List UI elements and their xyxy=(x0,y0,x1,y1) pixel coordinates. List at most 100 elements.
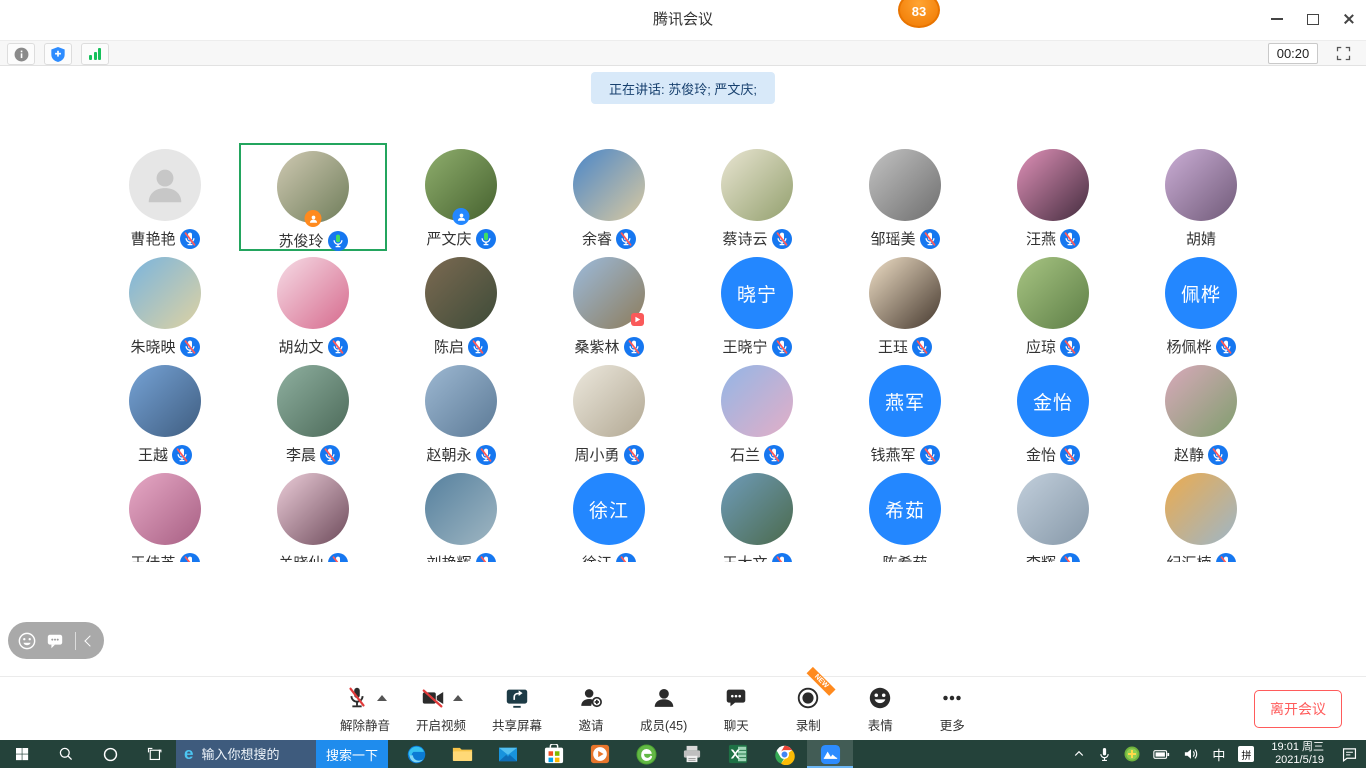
start-button[interactable] xyxy=(0,740,44,768)
network-signal-icon xyxy=(89,48,101,60)
participant-tile[interactable]: 陈启 xyxy=(387,251,535,359)
maximize-button[interactable] xyxy=(1306,12,1320,26)
network-quality-button[interactable] xyxy=(81,43,109,65)
meeting-timer: 00:20 xyxy=(1268,43,1318,64)
taskbar-app-store[interactable] xyxy=(531,740,577,768)
toolbar-record-button[interactable]: NEW录制 xyxy=(785,684,831,734)
participant-name-row: 石兰 xyxy=(730,444,784,465)
participant-name: 朱晓映 xyxy=(130,336,175,357)
participant-tile[interactable]: 希茹陈希茹 xyxy=(831,467,979,562)
emoji-overlay-button[interactable] xyxy=(18,632,36,650)
participant-tile[interactable]: 王大文 xyxy=(683,467,831,562)
participant-name: 王越 xyxy=(138,444,168,465)
toolbar-item-label: 开启视频 xyxy=(416,715,466,734)
participant-tile[interactable]: 周小勇 xyxy=(535,359,683,467)
language-indicator[interactable]: 中 xyxy=(1212,745,1225,764)
overlay-divider xyxy=(75,632,76,650)
taskbar-app-browser-e[interactable] xyxy=(623,740,669,768)
search-submit-button[interactable]: 搜索一下 xyxy=(316,740,388,768)
taskbar-app-tencent-meeting[interactable] xyxy=(807,740,853,768)
taskbar-app-video-player[interactable] xyxy=(577,740,623,768)
participant-tile[interactable]: 燕军钱燕军 xyxy=(831,359,979,467)
participant-tile[interactable]: 赵静 xyxy=(1127,359,1275,467)
chat-overlay-button[interactable] xyxy=(46,632,64,650)
participant-tile[interactable]: 石兰 xyxy=(683,359,831,467)
minimize-button[interactable] xyxy=(1270,12,1284,26)
close-button[interactable] xyxy=(1342,12,1356,26)
toolbar-emoji-button[interactable]: 表情 xyxy=(857,684,903,734)
taskbar-app-printer[interactable] xyxy=(669,740,715,768)
participant-tile[interactable]: 佩桦杨佩桦 xyxy=(1127,251,1275,359)
tray-volume-icon[interactable] xyxy=(1183,747,1199,761)
taskbar-app-file-explorer[interactable] xyxy=(439,740,485,768)
mic-muted-icon xyxy=(328,553,348,563)
participant-tile[interactable]: 王珏 xyxy=(831,251,979,359)
taskbar-search-box[interactable]: e 搜索一下 xyxy=(176,740,388,768)
action-center-icon[interactable] xyxy=(1341,746,1358,762)
taskbar-app-edge[interactable] xyxy=(393,740,439,768)
participant-tile[interactable]: 金怡金怡 xyxy=(979,359,1127,467)
avatar xyxy=(721,149,793,221)
participant-tile[interactable]: 邹瑶美 xyxy=(831,143,979,251)
leave-meeting-button[interactable]: 离开会议 xyxy=(1254,690,1342,728)
participant-tile[interactable]: 赵朝永 xyxy=(387,359,535,467)
participant-tile[interactable]: 严文庆 xyxy=(387,143,535,251)
toolbar-invite-button[interactable]: 邀请 xyxy=(568,684,614,734)
security-shield-button[interactable] xyxy=(44,43,72,65)
collapse-overlay-button[interactable] xyxy=(84,635,95,646)
avatar xyxy=(869,149,941,221)
taskbar-app-excel[interactable] xyxy=(715,740,761,768)
ime-pinyin-icon[interactable]: 拼 xyxy=(1238,746,1254,762)
participant-tile[interactable]: 王佳芝 xyxy=(91,467,239,562)
avatar-photo xyxy=(721,473,793,545)
participant-tile[interactable]: 王越 xyxy=(91,359,239,467)
toolbar-cam-off-button[interactable]: 开启视频 xyxy=(416,684,466,734)
participant-tile[interactable]: 蔡诗云 xyxy=(683,143,831,251)
participant-tile[interactable]: 汪燕 xyxy=(979,143,1127,251)
fullscreen-button[interactable] xyxy=(1334,44,1352,62)
participant-tile[interactable]: 刘艳辉 xyxy=(387,467,535,562)
toolbar-more-button[interactable]: 更多 xyxy=(929,684,975,734)
fullscreen-icon xyxy=(1336,46,1351,61)
participant-tile[interactable]: 余睿 xyxy=(535,143,683,251)
participant-tile[interactable]: 桑紫林 xyxy=(535,251,683,359)
participant-tile[interactable]: 纪汇楠 xyxy=(1127,467,1275,562)
participant-name: 严文庆 xyxy=(426,228,471,249)
participant-tile[interactable]: 应琼 xyxy=(979,251,1127,359)
participant-tile[interactable]: 李辉 xyxy=(979,467,1127,562)
taskbar-search-input[interactable] xyxy=(199,746,316,763)
meeting-info-button[interactable] xyxy=(7,43,35,65)
tray-antivirus-icon[interactable] xyxy=(1124,746,1140,762)
tray-battery-icon[interactable] xyxy=(1153,748,1170,761)
expand-arrow-icon[interactable] xyxy=(453,695,463,701)
participant-tile[interactable]: 曹艳艳 xyxy=(91,143,239,251)
toolbar-mic-off-button[interactable]: 解除静音 xyxy=(340,684,390,734)
taskbar-search-button[interactable] xyxy=(44,740,88,768)
taskbar-app-mail[interactable] xyxy=(485,740,531,768)
taskbar-clock[interactable]: 19:01 周三 2021/5/19 xyxy=(1267,741,1328,767)
participant-tile[interactable]: 胡幼文 xyxy=(239,251,387,359)
participant-tile[interactable]: 晓宁王晓宁 xyxy=(683,251,831,359)
participant-tile[interactable]: 李晨 xyxy=(239,359,387,467)
participant-name-row: 赵静 xyxy=(1174,444,1228,465)
participant-tile[interactable]: 徐江徐江 xyxy=(535,467,683,562)
tray-microphone-icon[interactable] xyxy=(1098,747,1111,762)
participant-tile[interactable]: 胡婧 xyxy=(1127,143,1275,251)
tencent-meeting-icon xyxy=(820,744,841,765)
cortana-button[interactable] xyxy=(88,740,132,768)
mic-off-icon xyxy=(344,685,370,711)
participant-tile[interactable]: 苏俊玲 xyxy=(239,143,387,251)
toolbar-chat-button[interactable]: 聊天 xyxy=(713,684,759,734)
taskbar-app-chrome[interactable] xyxy=(761,740,807,768)
mic-muted-icon xyxy=(624,445,644,465)
avatar-photo xyxy=(129,473,201,545)
cortana-icon xyxy=(102,746,119,763)
participant-tile[interactable]: 关晓仙 xyxy=(239,467,387,562)
expand-arrow-icon[interactable] xyxy=(377,695,387,701)
avatar-initials: 徐江 xyxy=(573,473,645,545)
toolbar-share-screen-button[interactable]: 共享屏幕 xyxy=(492,684,542,734)
tray-chevron-up-icon[interactable] xyxy=(1073,748,1085,760)
task-view-button[interactable] xyxy=(132,740,176,768)
toolbar-members-button[interactable]: 成员(45) xyxy=(640,684,687,734)
participant-tile[interactable]: 朱晓映 xyxy=(91,251,239,359)
